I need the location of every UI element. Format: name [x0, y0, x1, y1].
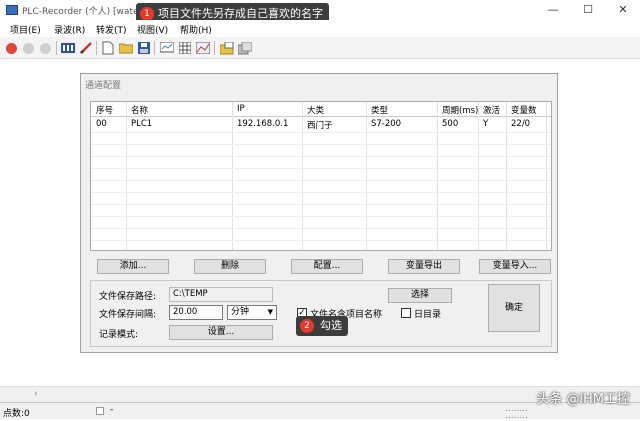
cell-ip: 192.168.0.1	[237, 119, 289, 129]
scroll-left-icon[interactable]: ‹	[34, 389, 38, 399]
status-checkbox[interactable]	[96, 407, 104, 415]
menu-bar: 项目(E) 录波(R) 转发(T) 视图(V) 帮助(H)	[0, 20, 640, 37]
menu-project[interactable]: 项目(E)	[10, 23, 41, 36]
channel-table[interactable]: 序号 名称 IP 大类 类型 周期(ms) 激活 变量数 00 PLC1 192	[90, 101, 552, 251]
edit-icon[interactable]	[79, 41, 93, 55]
open-folder-icon[interactable]	[119, 41, 133, 55]
col-var-count[interactable]: 变量数	[511, 104, 537, 116]
minimize-button[interactable]: —	[536, 0, 570, 20]
col-type[interactable]: 类型	[371, 104, 388, 116]
interval-unit-select[interactable]: 分钟 ▼	[227, 305, 277, 320]
settings-button[interactable]: 设置...	[169, 325, 273, 340]
toolbar	[0, 37, 640, 59]
app-icon	[6, 5, 18, 15]
annotation-text-2: 勾选	[320, 319, 342, 332]
cell-name: PLC1	[131, 119, 153, 129]
ok-button[interactable]: 确定	[488, 284, 540, 332]
grid-icon[interactable]	[178, 41, 192, 55]
col-name[interactable]: 名称	[131, 104, 148, 116]
module-icon[interactable]	[61, 41, 75, 55]
status-dots-2: ........	[505, 411, 528, 421]
date-dir-checkbox[interactable]	[401, 308, 411, 318]
record-mode-label: 记录模式:	[99, 330, 139, 340]
col-active[interactable]: 激活	[483, 104, 500, 116]
record-icon[interactable]	[6, 43, 17, 54]
table-header: 序号 名称 IP 大类 类型 周期(ms) 激活 变量数	[91, 102, 551, 117]
config-button[interactable]: 配置...	[291, 259, 363, 274]
menu-help[interactable]: 帮助(H)	[180, 23, 212, 36]
col-ip[interactable]: IP	[237, 104, 245, 114]
cell-category: 西门子	[307, 121, 333, 131]
status-dash: -	[110, 405, 114, 415]
col-category[interactable]: 大类	[307, 104, 324, 116]
save-icon[interactable]	[137, 41, 151, 55]
import-icon[interactable]	[238, 41, 252, 55]
file-settings-group: 文件保存路径: C:\TEMP 选择 文件保存间隔: 20.00 分钟 ▼ ✓ …	[90, 280, 552, 347]
close-button[interactable]: ✕	[606, 0, 640, 20]
stop-icon[interactable]	[40, 43, 51, 54]
cell-index: 00	[96, 119, 107, 129]
save-path-label: 文件保存路径:	[99, 292, 157, 302]
cell-var-count: 22/0	[511, 119, 531, 129]
date-dir-label: 日目录	[414, 310, 442, 320]
export-vars-button[interactable]: 变量导出	[388, 259, 460, 274]
channel-config-dialog: 通道配置 序号 名称 IP 大类 类型 周期(ms) 激活 变量数 00 PLC…	[80, 73, 558, 353]
chevron-down-icon: ▼	[267, 308, 273, 316]
interval-label: 文件保存间隔:	[99, 310, 157, 320]
menu-forward[interactable]: 转发(T)	[96, 23, 127, 36]
col-index[interactable]: 序号	[96, 104, 113, 116]
interval-unit-value: 分钟	[231, 307, 250, 317]
maximize-button[interactable]: ☐	[571, 0, 605, 20]
annotation-text-1: 项目文件先另存成自己喜欢的名字	[158, 7, 323, 20]
new-file-icon[interactable]	[101, 41, 115, 55]
dialog-title: 通道配置	[85, 81, 122, 91]
annotation-badge-1: 1	[140, 7, 154, 21]
cell-period: 500	[442, 119, 459, 129]
browse-button[interactable]: 选择	[388, 288, 452, 303]
save-path-field[interactable]: C:\TEMP	[169, 287, 273, 302]
table-row[interactable]: 00 PLC1 192.168.0.1 西门子 S7-200 500 Y 22/…	[91, 119, 551, 131]
interval-input[interactable]: 20.00	[169, 305, 223, 320]
delete-button[interactable]: 删除	[194, 259, 266, 274]
window-title: PLC-Recorder (个人) [water1]	[22, 7, 152, 17]
annotation-badge-2: 2	[300, 319, 314, 333]
cell-active: Y	[483, 119, 489, 129]
monitor-icon[interactable]	[160, 41, 174, 55]
export-icon[interactable]	[220, 41, 234, 55]
points-count: 点数:0	[3, 409, 30, 419]
pause-icon[interactable]	[23, 43, 34, 54]
watermark: 头条 @iHM工控	[536, 392, 630, 407]
import-vars-button[interactable]: 变量导入...	[479, 259, 551, 274]
cell-type: S7-200	[371, 119, 402, 129]
annotation-callout-2: 2 勾选	[296, 316, 348, 336]
add-button[interactable]: 添加...	[97, 259, 169, 274]
menu-view[interactable]: 视图(V)	[137, 23, 168, 36]
col-period[interactable]: 周期(ms)	[442, 104, 478, 116]
menu-record[interactable]: 录波(R)	[54, 23, 85, 36]
chart-icon[interactable]	[196, 41, 210, 55]
